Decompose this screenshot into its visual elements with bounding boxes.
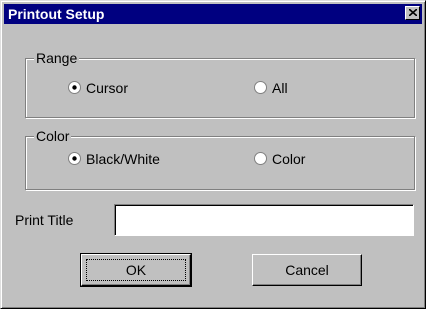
ok-button-label: OK [86,259,186,281]
cancel-button[interactable]: Cancel [252,254,362,286]
print-title-label: Print Title [15,212,74,228]
radio-unchecked-icon [254,152,267,165]
range-groupbox: Range Cursor All [25,50,415,118]
color-groupbox: Color Black/White Color [25,128,415,190]
range-all-label: All [272,80,288,96]
range-group-label: Range [34,50,80,66]
radio-checked-icon [68,81,81,94]
close-button[interactable] [405,6,420,20]
ok-button[interactable]: OK [80,253,192,287]
radio-unchecked-icon [254,81,267,94]
radio-checked-icon [68,152,81,165]
color-blackwhite-label: Black/White [86,151,160,167]
close-icon [409,9,417,16]
color-group-label: Color [34,128,72,144]
window-title: Printout Setup [8,6,105,22]
title-bar[interactable]: Printout Setup [4,4,422,24]
range-cursor-label: Cursor [86,80,129,96]
printout-setup-dialog: Printout Setup Range Cursor All Color Bl… [0,0,426,309]
print-title-input[interactable] [114,204,414,236]
color-color-label: Color [272,151,306,167]
